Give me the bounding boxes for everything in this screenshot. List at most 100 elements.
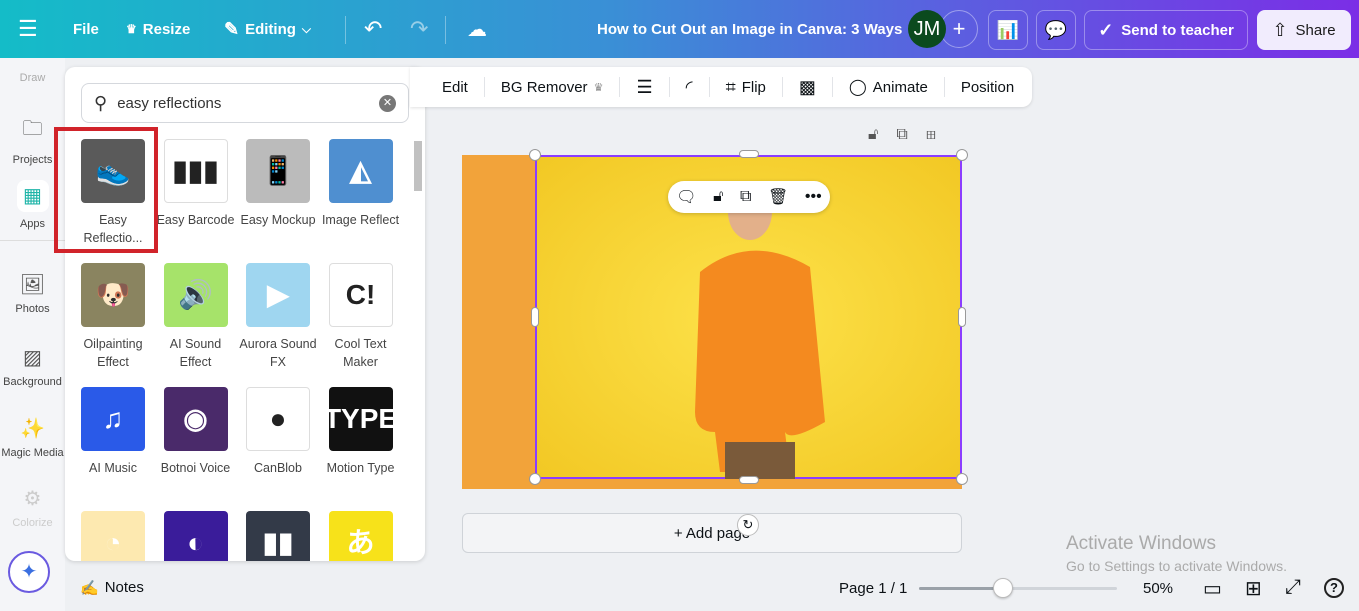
app-tile[interactable]: 🐶 Oilpainting Effect [73,263,153,371]
page-indicator[interactable]: Page 1 / 1 [839,580,907,597]
zoom-slider[interactable] [919,578,1117,598]
app-tile[interactable]: ◉ Botnoi Voice [156,387,236,477]
app-tile[interactable]: ◐ [156,511,236,561]
redo-icon[interactable]: ↷ [410,0,428,58]
context-menu: 🗨 🔓︎ ⧉ 🗑 ••• [668,181,830,213]
resize-button[interactable]: ♛ Resize [126,0,190,58]
search-input[interactable]: ⚲ easy reflections ✕ [81,83,409,123]
app-label: Cool Text Maker [334,337,387,369]
app-tile[interactable]: 📱 Easy Mockup [238,139,318,229]
help-icon[interactable]: ? [1324,578,1344,598]
comment-icon[interactable]: 💬 [1036,10,1076,50]
app-tile[interactable]: ♫ AI Music [73,387,153,477]
add-page-button[interactable]: + Add page [462,513,962,553]
notes-button[interactable]: ✍ Notes [80,579,144,597]
zoom-slider-thumb[interactable] [993,578,1014,598]
editing-dropdown[interactable]: ✎ Editing ⌵ [224,0,311,58]
watermark-title: Activate Windows [1066,533,1216,554]
app-thumbnail: 📱 [246,139,310,203]
rail-item-colorize[interactable]: ⚙ Colorize [0,486,65,529]
app-tile[interactable]: ▮▮▮ Easy Barcode [156,139,236,229]
bottom-bar: ✍ Notes Page 1 / 1 50% ▭ ⊞ ⤢ ? [65,566,1359,611]
insights-chart-icon[interactable]: 📊 [988,10,1028,50]
hamburger-icon[interactable]: ☰ [18,0,38,58]
pencil-icon: ✎ [224,18,240,39]
lock-icon[interactable]: 🔓︎ [713,188,723,206]
app-tile[interactable]: ▶ Aurora Sound FX [238,263,318,371]
app-tile[interactable]: ◭ Image Reflect [321,139,401,229]
magic-assistant-button[interactable]: ✦ [8,551,50,593]
app-tile[interactable]: TYPE Motion Type [321,387,401,477]
top-bar: ☰ File ♛ Resize ✎ Editing ⌵ ↶ ↷ ☁ How to Cu… [0,0,1359,58]
page-actions[interactable]: 🔓︎⧉⊞ [868,126,954,144]
crop-button[interactable]: ⌗ Flip [710,77,783,97]
app-label: Easy Mockup [240,213,316,227]
upload-icon: ⇧ [1272,19,1288,40]
edit-button[interactable]: Edit [426,77,485,97]
check-circle-icon: ✓ [1098,19,1114,40]
colorize-icon: ⚙ [23,488,42,510]
trash-icon[interactable]: 🗑 [768,187,788,207]
rotate-icon[interactable]: ↻ [737,514,759,536]
duplicate-icon[interactable]: ⧉ [740,188,751,206]
stripes-icon: ▨ [23,347,42,369]
undo-icon[interactable]: ↶ [364,0,382,58]
app-label: Botnoi Voice [160,461,231,475]
border-style-icon[interactable]: ☰ [620,77,670,97]
grid-view-icon[interactable]: ⊞ [1245,576,1262,601]
file-menu[interactable]: File [73,0,99,58]
animate-icon: ◯ [848,79,867,96]
position-button[interactable]: Position [945,77,1030,97]
animate-button[interactable]: ◯ Animate [833,77,945,97]
send-to-teacher-button[interactable]: ✓ Send to teacher [1084,10,1248,50]
scrollbar[interactable] [413,127,423,557]
zoom-level[interactable]: 50% [1143,580,1173,597]
crop-icon: ⌗ [725,76,736,97]
app-tile[interactable]: ◔ [73,511,153,561]
app-thumbnail: ♫ [81,387,145,451]
crown-icon: ♛ [593,81,604,94]
app-thumbnail: ● [246,387,310,451]
fullscreen-icon[interactable]: ⤢ [1285,576,1301,599]
app-thumbnail: ◭ [328,139,393,203]
magic-image-icon: ✨ [20,418,45,440]
image-icon: 🖼 [19,274,46,296]
person-photo [695,184,825,479]
app-tile[interactable]: 🔊 AI Sound Effect [156,263,236,371]
duplicate-icon: ⧉ [896,126,926,143]
app-thumbnail: TYPE [328,387,393,451]
bg-remover-button[interactable]: BG Remover ♛ [485,77,621,97]
app-thumbnail: 🔊 [163,263,228,327]
app-label: Motion Type [326,461,395,475]
image-toolbar: Edit BG Remover ♛ ☰ ◜ ⌗ Flip ▩ ◯ Animate Po… [410,67,1032,107]
transparency-icon[interactable]: ▩ [783,77,833,97]
page-view-icon[interactable]: ▭ [1203,576,1222,601]
app-thumbnail: あ [328,511,393,561]
app-label: AI Music [89,461,137,475]
rail-item-draw[interactable]: Draw [0,72,65,84]
app-label: Easy Barcode [156,213,235,227]
rail-item-photos[interactable]: 🖼 Photos [0,272,65,315]
app-thumbnail: ◐ [163,511,228,561]
rail-item-magic-media[interactable]: ✨ Magic Media [0,416,65,459]
apps-icon: ▦ [16,180,49,212]
app-label: CanBlob [254,461,302,475]
share-button[interactable]: ⇧ Share [1257,10,1351,50]
rail-item-background[interactable]: ▨ Background [0,345,65,388]
more-icon[interactable]: ••• [805,188,822,206]
app-tile[interactable]: あ [321,511,401,561]
app-thumbnail: ▮▮▮ [163,139,228,203]
document-title[interactable]: How to Cut Out an Image in Canva: 3 Ways [597,0,902,58]
app-thumbnail: ◉ [163,387,228,451]
app-thumbnail: ◔ [81,511,145,561]
app-tile[interactable]: ▮▮ [238,511,318,561]
corner-rounding-icon[interactable]: ◜ [670,77,710,97]
comment-add-icon[interactable]: 🗨 [676,187,696,207]
app-label: Aurora Sound FX [239,337,317,369]
lock-icon: 🔓︎ [868,126,897,143]
avatar[interactable]: JM [908,10,946,48]
clear-search-icon[interactable]: ✕ [379,94,396,112]
app-tile[interactable]: ● CanBlob [238,387,318,477]
app-tile[interactable]: C! Cool Text Maker [321,263,401,371]
cloud-saved-icon[interactable]: ☁ [467,0,487,58]
